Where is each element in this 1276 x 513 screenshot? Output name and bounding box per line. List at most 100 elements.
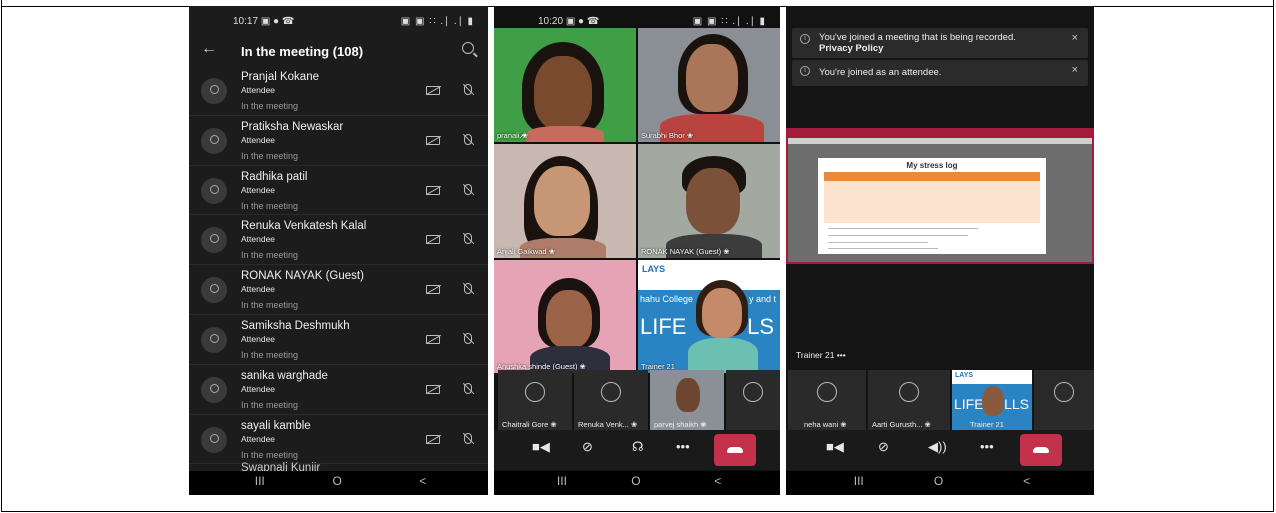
avatar-icon [201,227,227,254]
call-controls: ■◀ ⊘ ◀)) ••• [786,430,1094,470]
participant-list: Pranjal Kokane Attendee In the meeting Prat… [189,66,488,465]
banner-text: LLS [1004,396,1029,412]
mic-off-icon[interactable]: ⊘ [582,439,593,455]
participant-role: Attendee [241,134,276,145]
participant-face [546,290,592,348]
more-options-icon[interactable]: ••• [676,439,690,454]
slide-title: My stress log [906,161,958,170]
privacy-policy-link[interactable]: Privacy Policy [819,43,1016,54]
avatar-icon [1054,382,1074,402]
android-nav-bar: III O < [494,471,780,495]
video-tile[interactable]: Anushka shinde (Guest) ❀ [494,260,636,373]
video-tile[interactable]: LAYS hahu College y and t LIFE LS Traine… [638,260,780,373]
mic-off-icon [464,382,472,394]
close-icon[interactable]: × [1072,32,1078,44]
banner-text: LS [747,314,774,339]
shared-screen[interactable]: My stress log [786,128,1094,264]
back-button[interactable]: < [714,474,721,488]
camera-off-icon [426,434,440,444]
avatar-icon [201,78,227,104]
recent-apps-button[interactable]: III [557,474,567,488]
participant-thumb[interactable]: neha wani ❀ [788,370,866,432]
camera-off-icon [426,334,440,344]
participant-status: In the meeting [241,349,299,360]
video-tile[interactable]: Anjali Gaikwad ❀ [494,144,636,258]
participant-role: Attendee [241,184,276,195]
participant-name: sayali kamble [241,419,311,432]
banner-text: LIFE [640,314,687,339]
participant-thumb[interactable]: parvej shaikh ❀ [650,370,724,432]
presenter-label[interactable]: Trainer 21 ••• [796,350,846,360]
participant-row[interactable]: Pranjal Kokane Attendee In the meeting [189,66,488,116]
home-button[interactable]: O [934,474,943,488]
video-tile[interactable]: Surabhi Bhor ❀ [638,28,780,142]
mic-off-icon [464,432,472,444]
participant-row[interactable]: sayali kamble Attendee In the meeting [189,415,488,465]
avatar-icon [201,127,227,154]
speaker-icon[interactable]: ◀)) [928,439,947,455]
avatar-icon [201,376,227,403]
participant-face [686,168,740,234]
banner-text: LIFE [954,396,984,412]
avatar-icon [525,382,545,402]
participant-face [686,44,738,112]
participant-role: Attendee [241,383,276,394]
thumb-name-label: Renuka Venk... ❀ [578,420,638,429]
status-time: 10:20 ▣ ● ☎ [538,16,600,27]
participant-status: In the meeting [241,300,299,311]
recent-apps-button[interactable]: III [255,474,265,488]
participant-name: sanika warghade [241,369,328,382]
recent-apps-button[interactable]: III [854,474,864,488]
participant-row[interactable]: Radhika patil Attendee In the meeting [189,166,488,216]
avatar-icon [743,382,763,402]
camera-off-icon[interactable]: ■◀ [826,439,844,455]
phone-participants-screen: 10:17 ▣ ● ☎ ▣ ▣ ∷ .∣ .∣ ▮ ← In the meeti… [189,6,488,495]
participant-row[interactable]: Pratiksha Newaskar Attendee In the meeting [189,116,488,166]
phone-screen-share-screen: i You've joined a meeting that is being … [786,6,1094,495]
more-options-icon[interactable]: ••• [980,439,994,454]
participant-row[interactable]: RONAK NAYAK (Guest) Attendee In the meetin… [189,265,488,315]
banner-top: LAYS [952,370,1032,384]
participant-row[interactable]: Renuka Venkatesh Kalal Attendee In the mee… [189,215,488,266]
slide-table-header [824,172,1040,181]
participant-thumb[interactable]: Aarti Gurusth... ❀ [868,370,950,432]
status-bar: 10:17 ▣ ● ☎ ▣ ▣ ∷ .∣ .∣ ▮ [189,14,488,30]
slide-line [828,248,938,249]
participant-body [526,126,604,142]
video-tile[interactable]: pranali ̷❀ [494,28,636,142]
call-controls: ■◀ ⊘ ☊ ••• [494,430,780,470]
mic-off-icon [464,84,472,95]
thumb-name-label: Chaitrali Gore ❀ [502,420,557,429]
participant-thumb[interactable]: LAYS LIFE LLS Trainer 21 [952,370,1032,432]
home-button[interactable]: O [333,474,342,488]
participant-face [534,56,592,130]
camera-off-icon [426,285,440,295]
back-button[interactable]: < [419,474,426,488]
info-icon: i [800,34,810,44]
participant-row[interactable]: Samiksha Deshmukh Attendee In the meeting [189,315,488,365]
participant-name: RONAK NAYAK (Guest) [241,270,364,283]
participant-thumb[interactable]: Renuka Venk... ❀ [574,370,648,432]
back-button[interactable]: < [1023,474,1030,488]
end-call-button[interactable] [714,434,756,466]
video-tile[interactable]: RONAK NAYAK (Guest) ❀ [638,144,780,258]
participant-status: In the meeting [241,449,299,460]
mic-off-icon [464,332,472,344]
end-call-button[interactable] [1020,434,1062,466]
close-icon[interactable]: × [1072,64,1078,76]
home-button[interactable]: O [631,474,640,488]
participant-body [688,338,758,373]
mic-off-icon[interactable]: ⊘ [878,439,889,455]
back-arrow-icon[interactable]: ← [201,40,217,58]
audio-icon[interactable]: ☊ [632,439,644,455]
camera-off-icon[interactable]: ■◀ [532,439,550,455]
participant-row[interactable]: sanika warghade Attendee In the meeting [189,365,488,415]
participant-role: Attendee [241,433,276,444]
participant-thumb[interactable] [1034,370,1094,432]
participant-thumb[interactable] [726,370,780,432]
avatar-icon [899,382,919,402]
search-icon[interactable] [462,42,474,54]
participant-thumb[interactable]: Chaitrali Gore ❀ [498,370,572,432]
participants-title: In the meeting (108) [241,44,364,59]
avatar-icon [201,426,227,453]
